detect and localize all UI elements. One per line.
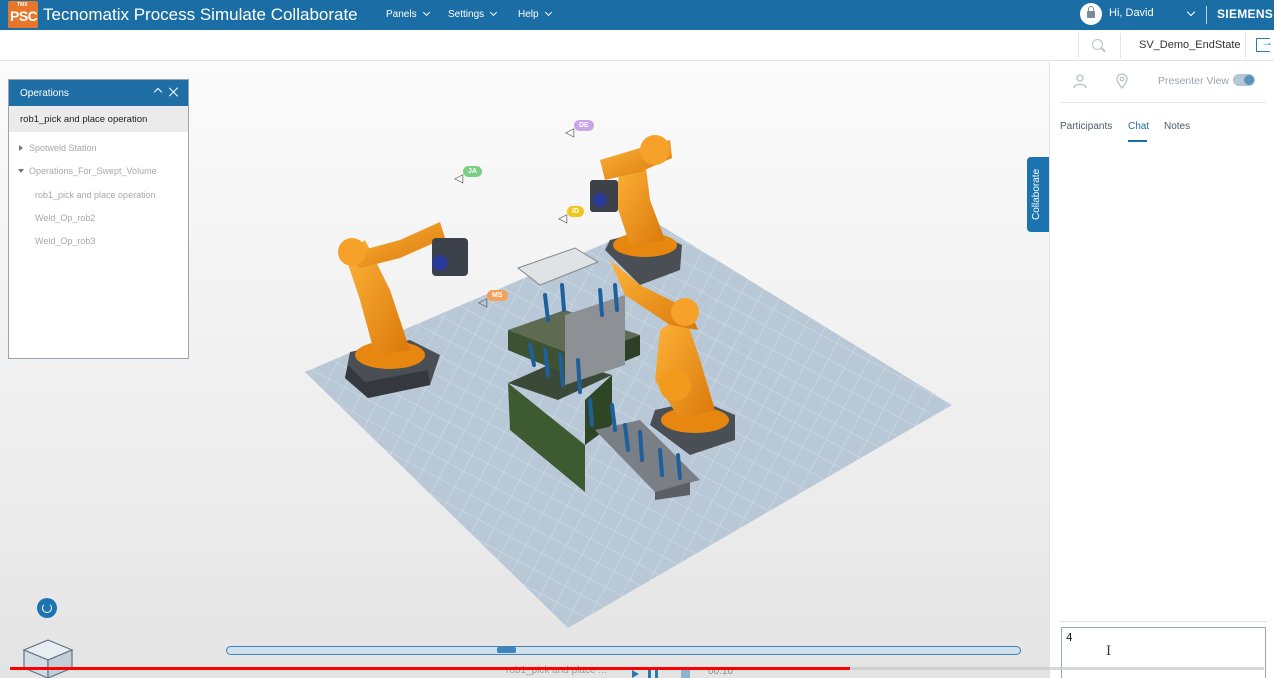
chevron-up-icon[interactable] (153, 87, 163, 97)
app-header: TMX PSC Tecnomatix Process Simulate Coll… (0, 0, 1274, 30)
play-icon[interactable] (632, 670, 639, 678)
divider (1078, 33, 1079, 58)
brand-divider (1206, 6, 1207, 24)
study-bar: SV_Demo_EndState (0, 30, 1274, 61)
menu-panels-label: Panels (386, 9, 417, 20)
text-cursor-icon: I (1106, 644, 1112, 659)
presenter-view-toggle[interactable] (1233, 74, 1255, 86)
tree-item-label: Weld_Op_rob2 (35, 212, 96, 223)
pause-icon[interactable] (648, 670, 658, 678)
chevron-down-icon (490, 8, 498, 17)
divider (1060, 621, 1267, 622)
simulation-timeline[interactable] (226, 646, 1021, 655)
cursor-arrow-icon: ◁ (454, 171, 464, 185)
user-greeting[interactable]: Hi, David (1109, 7, 1154, 19)
user-menu-chevron-icon[interactable] (1186, 7, 1196, 17)
exit-icon[interactable] (1256, 35, 1273, 52)
tree-item-label: Operations_For_Swept_Volume (29, 166, 157, 177)
cursor-arrow-icon: ◁ (565, 125, 575, 139)
tab-participants[interactable]: Participants (1060, 121, 1112, 132)
logo-main-text: PSC (10, 8, 38, 24)
cursor-arrow-icon: ◁ (478, 295, 488, 309)
user-avatar[interactable] (1080, 3, 1102, 25)
menu-settings[interactable]: Settings (448, 8, 498, 20)
timeline-thumb[interactable] (496, 647, 516, 653)
chat-input-value: 4 (1066, 631, 1073, 644)
operations-panel-header: Operations (9, 80, 188, 106)
psc-logo: TMX PSC (8, 1, 38, 28)
cursor-id-badge: ID (567, 206, 584, 217)
tab-chat[interactable]: Chat (1128, 121, 1149, 132)
tree-item-weld-op-rob3[interactable]: Weld_Op_rob3 (9, 229, 188, 252)
tree-item-weld-op-rob2[interactable]: Weld_Op_rob2 (9, 206, 188, 229)
cursor-ja-badge: JA (463, 166, 482, 177)
chevron-down-icon (544, 8, 552, 17)
view-cube-icon[interactable] (18, 636, 78, 678)
divider (1245, 33, 1246, 58)
operations-tree: Spotweld Station Operations_For_Swept_Vo… (9, 132, 188, 252)
stop-icon[interactable] (681, 670, 690, 678)
location-pin-icon[interactable] (1114, 73, 1130, 89)
menu-help[interactable]: Help (518, 8, 552, 20)
search-icon[interactable] (1092, 39, 1106, 53)
cursor-arrow-icon: ◁ (558, 211, 568, 225)
collaborate-tab-label: Collaborate (1031, 168, 1042, 220)
operations-selected-item[interactable]: rob1_pick and place operation (9, 106, 188, 132)
tree-item-spotweld-station[interactable]: Spotweld Station (9, 136, 188, 159)
caret-down-icon[interactable] (18, 169, 24, 174)
tree-item-label: rob1_pick and place operation (35, 189, 156, 200)
active-tab-indicator (1128, 140, 1147, 142)
divider (1060, 102, 1266, 103)
cursor-ms-badge: MS (487, 290, 508, 301)
collaborate-tab[interactable]: Collaborate (1027, 157, 1049, 232)
chat-input[interactable]: 4 I (1061, 627, 1266, 678)
caret-right-icon[interactable] (19, 145, 23, 151)
menu-settings-label: Settings (448, 9, 485, 20)
study-name: SV_Demo_EndState (1139, 39, 1241, 51)
lock-icon (1087, 6, 1095, 18)
menu-panels[interactable]: Panels (386, 8, 430, 20)
tree-item-label: Weld_Op_rob3 (35, 236, 96, 247)
collaboration-panel: Presenter View Participants Chat Notes 4… (1049, 61, 1274, 678)
tree-item-rob1-pick-place[interactable]: rob1_pick and place operation (9, 183, 188, 206)
siemens-brand: SIEMENS (1217, 7, 1274, 21)
reset-view-icon[interactable] (37, 598, 57, 618)
cursor-de-badge: DE (574, 120, 594, 131)
operations-panel-title: Operations (20, 88, 69, 99)
divider (1120, 33, 1121, 58)
presenter-view-label: Presenter View (1158, 75, 1230, 87)
tree-item-operations-swept-volume[interactable]: Operations_For_Swept_Volume (9, 159, 188, 182)
person-icon[interactable] (1072, 73, 1088, 89)
tree-item-label: Spotweld Station (29, 143, 97, 153)
app-title: Tecnomatix Process Simulate Collaborate (43, 5, 358, 24)
operations-panel: Operations rob1_pick and place operation… (8, 79, 189, 359)
chevron-down-icon (422, 8, 430, 17)
tab-notes[interactable]: Notes (1164, 121, 1190, 132)
close-icon[interactable] (168, 86, 180, 98)
video-progress-bar[interactable] (10, 667, 851, 670)
menu-help-label: Help (518, 9, 539, 20)
